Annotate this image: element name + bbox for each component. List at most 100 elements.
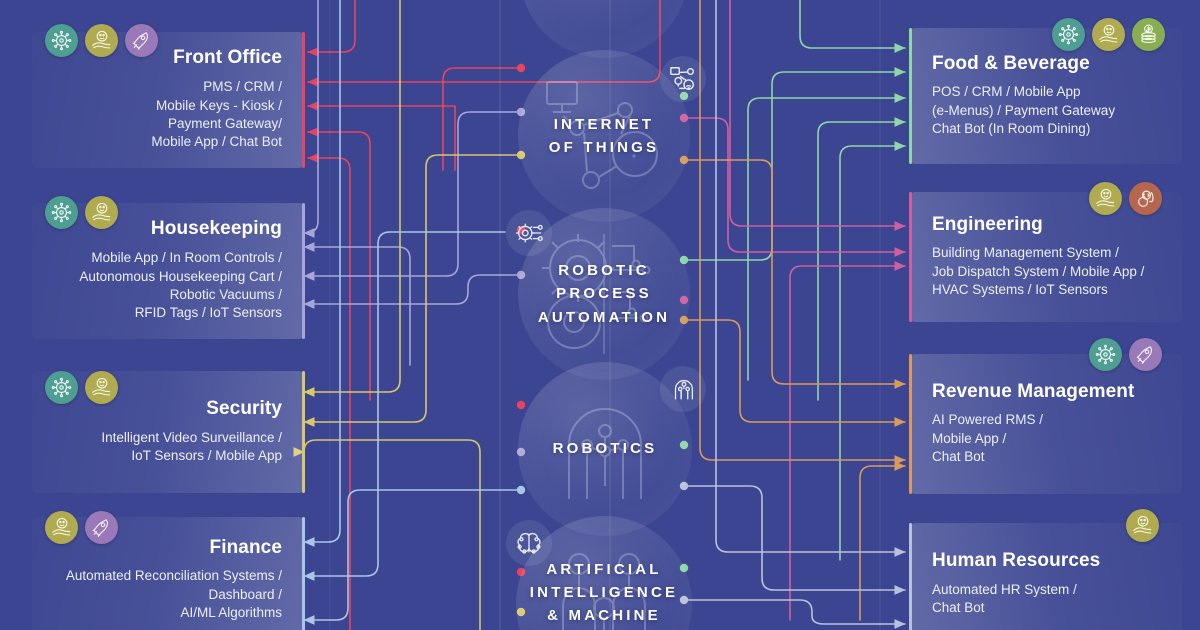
iot-network-badge — [660, 56, 706, 102]
card-desc-line: POS / CRM / Mobile App — [932, 84, 1081, 100]
badges-revenue-management — [1089, 338, 1162, 371]
brain-circuit-badge-icon — [517, 533, 541, 554]
card-accent-bar — [302, 371, 305, 493]
innovation-icon — [1136, 345, 1152, 364]
card-title: Food & Beverage — [932, 52, 1090, 74]
card-desc-line: IoT Sensors / Mobile App — [131, 447, 282, 463]
guest-experience-icon — [1095, 188, 1115, 207]
badge-guest-experience[interactable] — [85, 371, 118, 404]
badge-guest-experience[interactable] — [1089, 182, 1122, 215]
efficiency-icon — [1138, 190, 1154, 207]
iot-network-icon — [670, 67, 695, 91]
gear-circuit-badge — [506, 210, 552, 256]
guest-experience-icon — [91, 377, 111, 396]
card-description: Intelligent Video Surveillance / IoT Sen… — [101, 429, 282, 466]
card-description: AI Powered RMS / Mobile App / Chat Bot — [932, 411, 1043, 466]
card-title: Security — [206, 397, 282, 419]
card-desc-line: (e-Menus) / Payment Gateway — [932, 102, 1116, 118]
badge-guest-experience[interactable] — [1092, 18, 1125, 51]
card-title: Human Resources — [932, 549, 1101, 571]
brain-circuit-badge — [506, 520, 552, 566]
innovation-icon — [92, 518, 108, 537]
infographic-canvas: INTERNET OF THINGS ROBOTIC PROCESS AUTOMATI… — [0, 0, 1200, 630]
card-desc-line: Mobile App / — [932, 430, 1007, 446]
badge-guest-experience[interactable] — [1126, 509, 1159, 542]
badge-cost-saving[interactable] — [1132, 18, 1165, 51]
badge-innovation[interactable] — [85, 511, 118, 544]
card-title: Housekeeping — [150, 218, 282, 240]
gear-circuit-badge-icon — [515, 223, 543, 243]
hygiene-icon — [51, 30, 72, 51]
hygiene-icon — [51, 377, 72, 398]
card-desc-line: Job Dispatch System / Mobile App / — [932, 263, 1145, 279]
badge-guest-experience[interactable] — [85, 24, 118, 57]
orb-label: ARTIFICIALINTELLIGENCE& MACHINELEARNING — [529, 560, 679, 625]
card-accent-bar — [909, 192, 912, 322]
guest-experience-icon — [1098, 24, 1118, 43]
card-title: Revenue Management — [932, 380, 1135, 402]
head-circuit-badge — [660, 366, 706, 412]
badges-engineering — [1089, 182, 1162, 215]
card-title: Finance — [209, 536, 282, 558]
orb-robotics[interactable]: ROBOTICS — [518, 362, 706, 536]
badge-hygiene[interactable] — [1052, 18, 1085, 51]
card-description: Automated Reconciliation Systems / Dashb… — [66, 567, 282, 622]
card-body: Revenue Management AI Powered RMS / Mobi… — [910, 354, 1182, 494]
card-revenue-management[interactable]: Revenue Management AI Powered RMS / Mobi… — [909, 354, 1182, 494]
card-desc-line: AI Powered RMS / — [932, 412, 1044, 428]
orb-label: INTERNET OF THINGS — [548, 115, 660, 156]
badges-housekeeping — [45, 196, 118, 229]
orb-internet-of-things[interactable]: INTERNET OF THINGS — [518, 50, 706, 222]
badge-innovation[interactable] — [1129, 338, 1162, 371]
card-desc-line: Payment Gateway/ — [167, 115, 282, 131]
badge-innovation[interactable] — [125, 24, 158, 57]
guest-experience-icon — [91, 30, 111, 49]
card-desc-line: Autonomous Housekeeping Cart / — [79, 268, 282, 284]
hygiene-icon — [1058, 24, 1079, 45]
guest-experience-icon — [51, 517, 71, 536]
hygiene-icon — [51, 202, 72, 223]
badges-security — [45, 371, 118, 404]
card-desc-line: Intelligent Video Surveillance / — [101, 429, 282, 445]
card-desc-line: Mobile App / In Room Controls / — [91, 250, 282, 266]
cost-saving-icon — [1141, 24, 1156, 44]
orb-label: ROBOTIC PROCESS AUTOMATION — [537, 262, 671, 326]
card-accent-bar — [909, 28, 912, 164]
badge-efficiency[interactable] — [1129, 182, 1162, 215]
card-accent-bar — [909, 354, 912, 494]
guest-experience-icon — [1132, 515, 1152, 534]
card-description: Building Management System / Job Dispatc… — [932, 244, 1144, 299]
orb-robotic-process-automation[interactable]: ROBOTIC PROCESS AUTOMATION — [506, 208, 690, 380]
head-circuit-badge-icon — [674, 379, 694, 400]
badge-hygiene[interactable] — [45, 371, 78, 404]
card-description: Mobile App / In Room Controls / Autonomo… — [79, 249, 282, 322]
card-description: Automated HR System / Chat Bot — [932, 581, 1077, 618]
orb-label: ROBOTICS — [552, 440, 658, 458]
card-accent-bar — [302, 203, 305, 339]
card-desc-line: Chat Bot — [932, 599, 985, 615]
badge-hygiene[interactable] — [45, 24, 78, 57]
card-desc-line: Chat Bot — [932, 449, 985, 465]
card-desc-line: Mobile App / Chat Bot — [151, 134, 282, 150]
card-description: POS / CRM / Mobile App (e-Menus) / Payme… — [932, 83, 1115, 138]
card-accent-bar — [302, 517, 305, 630]
badges-finance — [45, 511, 118, 544]
card-desc-line: PMS / CRM / — [203, 79, 282, 95]
guest-experience-icon — [91, 202, 111, 221]
card-desc-line: Automated HR System / — [932, 581, 1077, 597]
card-desc-line: Mobile Keys - Kiosk / — [155, 97, 282, 113]
card-title: Engineering — [932, 213, 1043, 235]
badge-guest-experience[interactable] — [45, 511, 78, 544]
hygiene-icon — [1095, 344, 1116, 365]
innovation-icon — [132, 31, 148, 50]
badges-front-office — [45, 24, 158, 57]
badges-food-beverage — [1052, 18, 1165, 51]
card-accent-bar — [909, 523, 912, 630]
badge-hygiene[interactable] — [1089, 338, 1122, 371]
badge-hygiene[interactable] — [45, 196, 78, 229]
card-desc-line: HVAC Systems / IoT Sensors — [932, 282, 1108, 298]
badges-human-resources — [1126, 509, 1159, 542]
card-accent-bar — [302, 32, 305, 168]
card-desc-line: Chat Bot (In Room Dining) — [932, 121, 1091, 137]
badge-guest-experience[interactable] — [85, 196, 118, 229]
